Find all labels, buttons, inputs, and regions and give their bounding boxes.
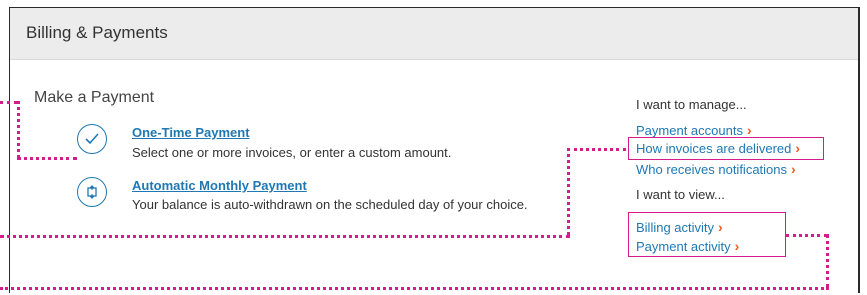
dotted-connector	[826, 234, 829, 288]
manage-heading: I want to manage...	[636, 97, 747, 112]
payment-accounts-link[interactable]: Payment accounts ›	[636, 122, 752, 138]
chevron-right-icon: ›	[746, 122, 752, 138]
make-payment-title: Make a Payment	[34, 89, 155, 106]
recurring-icon	[77, 177, 107, 207]
dotted-connector	[567, 148, 570, 235]
payment-accounts-label: Payment accounts	[636, 123, 743, 138]
automatic-monthly-payment-description: Your balance is auto-withdrawn on the sc…	[132, 197, 528, 212]
panel-title: Billing & Payments	[26, 23, 168, 42]
view-heading: I want to view...	[636, 187, 725, 202]
chevron-right-icon: ›	[791, 161, 796, 177]
one-time-payment-description: Select one or more invoices, or enter a …	[132, 145, 452, 160]
highlight-box-invoices	[628, 137, 824, 160]
checkmark-icon	[77, 124, 107, 154]
dotted-connector	[0, 235, 570, 238]
panel-header: Billing & Payments	[10, 8, 858, 60]
notifications-label: Who receives notifications	[636, 162, 788, 177]
dotted-connector	[0, 287, 829, 290]
dotted-connector	[786, 234, 827, 237]
highlight-box-activity	[628, 212, 786, 257]
one-time-payment-link[interactable]: One-Time Payment	[132, 125, 250, 140]
dotted-connector	[567, 148, 626, 151]
notifications-link[interactable]: Who receives notifications ›	[636, 161, 796, 177]
dotted-connector	[17, 101, 20, 158]
automatic-monthly-payment-link[interactable]: Automatic Monthly Payment	[132, 178, 307, 193]
dotted-connector	[17, 157, 77, 160]
dotted-connector	[0, 101, 17, 104]
